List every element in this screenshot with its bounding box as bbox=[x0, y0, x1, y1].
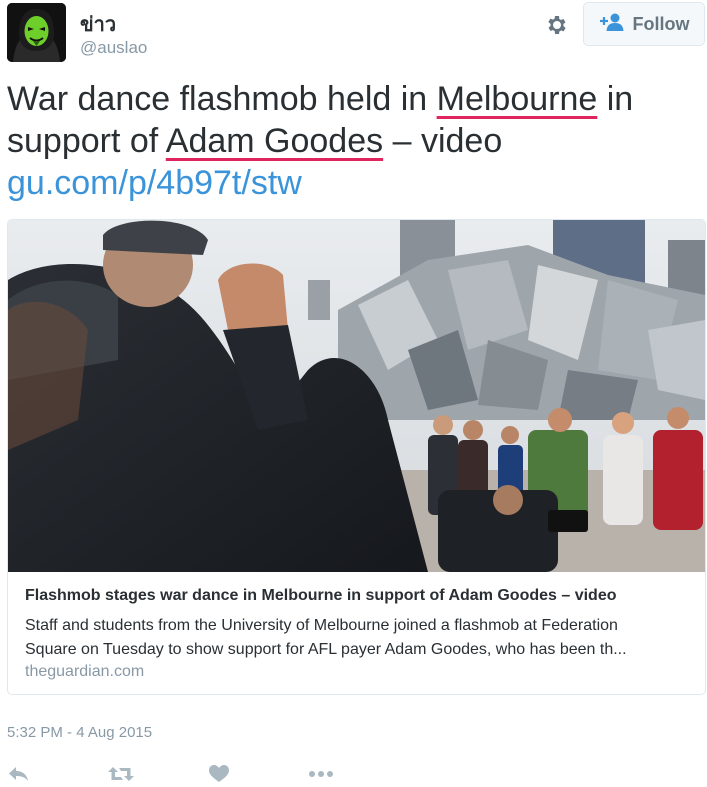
tweet-url-link[interactable]: gu.com/p/4b97t/stw bbox=[7, 162, 697, 204]
link-preview-card[interactable]: Flashmob stages war dance in Melbourne i… bbox=[7, 219, 706, 695]
hashtag-melbourne[interactable]: Melbourne bbox=[437, 80, 598, 118]
card-domain[interactable]: theguardian.com bbox=[25, 663, 144, 681]
card-title[interactable]: Flashmob stages war dance in Melbourne i… bbox=[25, 587, 617, 605]
tweet-text-part: – video bbox=[383, 122, 503, 160]
card-image bbox=[8, 220, 705, 572]
heart-icon[interactable] bbox=[209, 763, 229, 785]
card-description-line: Square on Tuesday to show support for AF… bbox=[25, 641, 627, 658]
display-name[interactable]: ข่าว bbox=[80, 8, 116, 40]
card-description-line: Staff and students from the University o… bbox=[25, 617, 618, 634]
card-description: Staff and students from the University o… bbox=[25, 614, 693, 662]
retweet-icon[interactable] bbox=[108, 763, 134, 785]
person-plus-icon bbox=[599, 13, 625, 36]
avatar[interactable] bbox=[7, 3, 66, 62]
reply-icon[interactable] bbox=[8, 763, 30, 785]
hashtag-adam-goodes[interactable]: Adam Goodes bbox=[166, 122, 383, 160]
tweet-timestamp[interactable]: 5:32 PM - 4 Aug 2015 bbox=[7, 724, 152, 741]
more-dots-icon[interactable] bbox=[308, 763, 334, 785]
user-handle[interactable]: @auslao bbox=[80, 38, 147, 58]
tweet-text: War dance flashmob held in Melbourne in … bbox=[7, 78, 697, 204]
gear-icon[interactable] bbox=[540, 8, 574, 42]
follow-button[interactable]: Follow bbox=[583, 2, 705, 46]
follow-label: Follow bbox=[632, 13, 690, 34]
tweet-text-part: War dance flashmob held in bbox=[7, 80, 437, 118]
